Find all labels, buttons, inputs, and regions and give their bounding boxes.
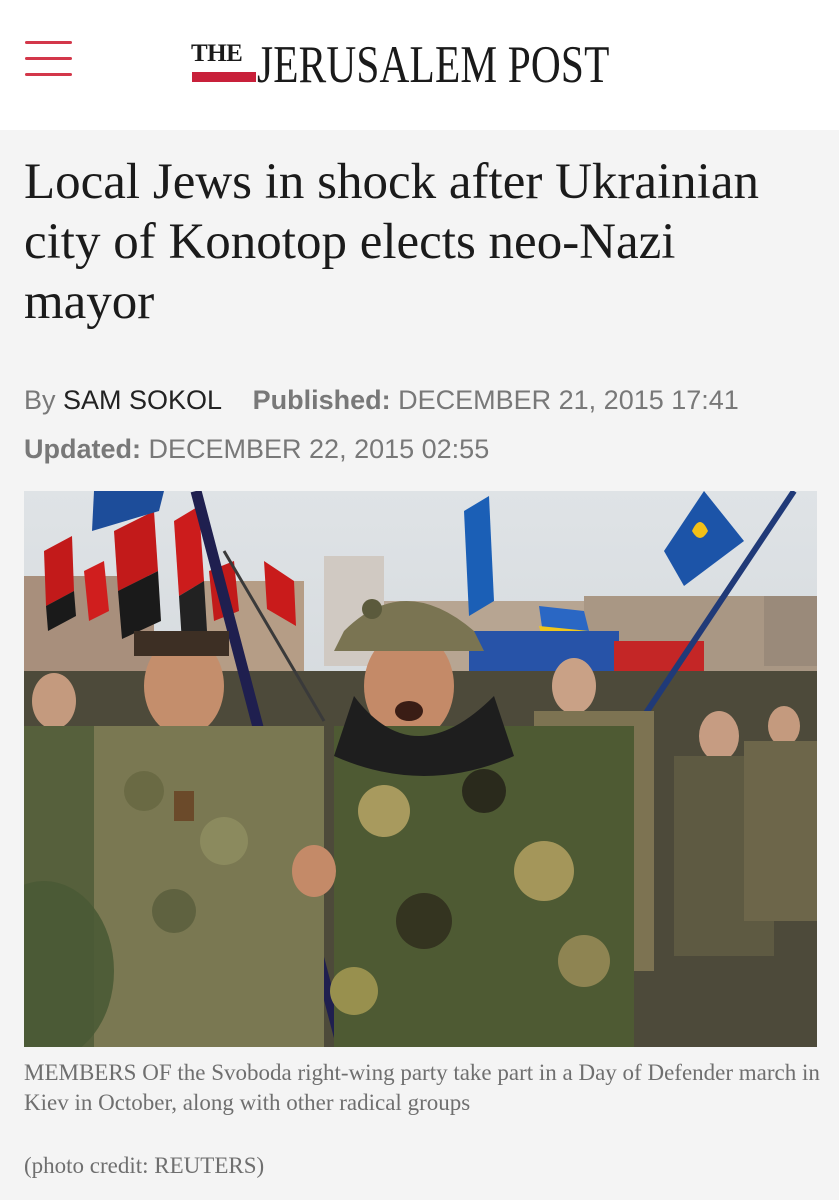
updated-line: Updated: DECEMBER 22, 2015 02:55 (24, 432, 489, 466)
hamburger-menu-icon[interactable] (25, 37, 72, 81)
photo-credit: (photo credit: REUTERS) (24, 1153, 265, 1178)
published-date: DECEMBER 21, 2015 17:41 (398, 385, 739, 415)
logo-the: THE (191, 40, 243, 67)
updated-label: Updated: (24, 434, 141, 464)
author-link[interactable]: SAM SOKOL (63, 385, 221, 415)
logo-name: JERUSALEM POST (257, 36, 610, 94)
by-label: By (24, 385, 56, 415)
site-header: THE JERUSALEM POST (0, 0, 839, 130)
updated-date: DECEMBER 22, 2015 02:55 (148, 434, 490, 464)
article-photo[interactable] (24, 491, 817, 1047)
site-logo[interactable]: THE JERUSALEM POST (191, 32, 661, 102)
logo-red-bar (192, 72, 256, 82)
byline: By SAM SOKOL Published: DECEMBER 21, 201… (24, 383, 739, 417)
article-headline: Local Jews in shock after Ukrainian city… (24, 154, 759, 330)
published-label: Published: (252, 385, 391, 415)
photo-caption: MEMBERS OF the Svoboda right-wing party … (24, 1060, 820, 1115)
